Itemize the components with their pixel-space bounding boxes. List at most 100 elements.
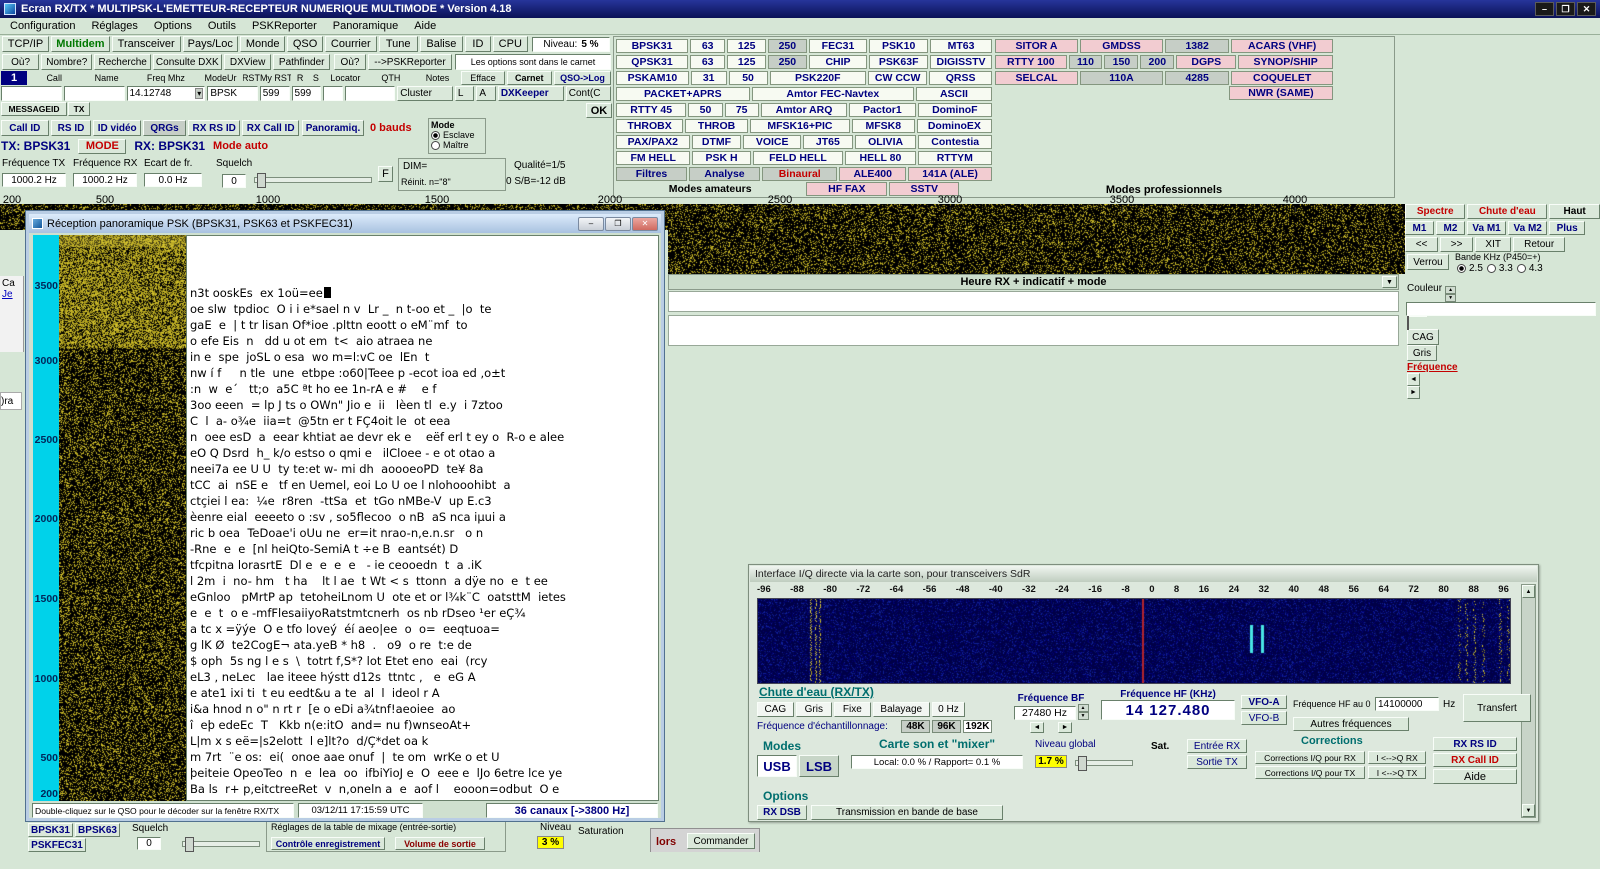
- menu-item[interactable]: Panoramique: [325, 19, 406, 33]
- decoded-text-line[interactable]: tCC ai nSE e tf en Uemel, eoi Lo U oe l …: [190, 477, 655, 493]
- rx-dsb-button[interactable]: RX DSB: [757, 805, 807, 820]
- ou-button[interactable]: Où?: [334, 54, 366, 70]
- mode-binaural[interactable]: Binaural: [762, 167, 838, 181]
- tab-pskfec31[interactable]: PSKFEC31: [28, 838, 86, 852]
- maximize-icon[interactable]: ❐: [605, 216, 631, 231]
- log-input-cell[interactable]: DXKeeper: [497, 86, 564, 101]
- mode-cw-ccw[interactable]: CW CCW: [868, 71, 928, 85]
- mode-voice[interactable]: VOICE: [743, 135, 802, 149]
- tab-tx[interactable]: TX: [68, 102, 90, 116]
- id-button[interactable]: RS ID: [50, 120, 92, 136]
- mode-psk10[interactable]: PSK10: [869, 39, 929, 53]
- decoded-text-line[interactable]: ric b oea TeDoae'i oUu ne er=it nrao-n,e…: [190, 525, 655, 541]
- decoded-text-line[interactable]: eGnloo pMrtP ap tetoheiLnom U ote et or …: [190, 589, 655, 605]
- squelch-slider[interactable]: [254, 173, 372, 188]
- aide-button[interactable]: Aide: [1433, 769, 1517, 784]
- corrections-iq-tx-button[interactable]: Corrections I/Q pour TX: [1255, 766, 1365, 779]
- sample-rate-option[interactable]: 192K: [963, 720, 992, 733]
- usb-button[interactable]: USB: [757, 755, 797, 777]
- mode-ascii[interactable]: ASCII: [915, 87, 992, 101]
- tab-bpsk31[interactable]: BPSK31: [28, 823, 73, 837]
- panel-tab[interactable]: Spectre: [1405, 204, 1466, 219]
- slider-thumb[interactable]: [185, 837, 194, 852]
- minimize-icon[interactable]: –: [1535, 2, 1554, 16]
- decoded-text-line[interactable]: i&a hnod n o" n rt r [e o eDi a¾tnf!aeoi…: [190, 701, 655, 717]
- decoded-text-line[interactable]: a tc x =ÿýe O e tfo loveý éí aeo|ee o o=…: [190, 621, 655, 637]
- lsb-button[interactable]: LSB: [799, 755, 839, 777]
- sdr-waterfall[interactable]: [757, 598, 1511, 684]
- mode-mt63[interactable]: MT63: [930, 39, 993, 53]
- nav-button[interactable]: >>: [1440, 237, 1474, 252]
- mode-auto-label[interactable]: Mode auto: [213, 140, 268, 152]
- freq-hf-zero-input[interactable]: 14100000: [1375, 697, 1439, 711]
- nav-button[interactable]: Retour: [1513, 237, 1565, 252]
- mode-feld-hell[interactable]: FELD HELL: [752, 151, 844, 165]
- mode-throbx[interactable]: THROBX: [616, 119, 684, 133]
- decoded-text-line[interactable]: oe slw tpdioc O i i e*sael n v Lr _ n t-…: [190, 301, 655, 317]
- up-icon[interactable]: ▲: [1445, 286, 1457, 294]
- mode-mfsk16-pic[interactable]: MFSK16+PIC: [750, 119, 850, 133]
- gris-button[interactable]: Gris: [1407, 345, 1437, 361]
- decoded-text-line[interactable]: in e spe joSL o esa wo m=l:vC oe lEn t: [190, 349, 655, 365]
- verrou-button[interactable]: Verrou: [1407, 254, 1449, 270]
- f-button[interactable]: F: [378, 166, 393, 182]
- mode-141a-ale-[interactable]: 141A (ALE): [908, 167, 993, 181]
- panel-tab[interactable]: Chute d'eau: [1467, 204, 1548, 219]
- mode-63[interactable]: 63: [690, 55, 726, 69]
- dx-button[interactable]: Pathfinder: [273, 54, 330, 70]
- toolbar-button[interactable]: QSO: [287, 36, 323, 52]
- decoded-text-line[interactable]: L|m x s eë=|s2elott l e]lt?o d/Ç*det oa …: [190, 733, 655, 749]
- close-icon[interactable]: ✕: [632, 216, 658, 231]
- decoded-text-line[interactable]: 3oo eeen = lp J ts o OWn" Jio e ii lèen …: [190, 397, 655, 413]
- decoded-text-line[interactable]: $ oph 5s ng l e s \ totrt f,S*? lot Etet…: [190, 653, 655, 669]
- log-input-cell[interactable]: BPSK: [207, 86, 258, 101]
- close-icon[interactable]: ✕: [1577, 2, 1596, 16]
- toolbar-button[interactable]: Transceiver: [111, 36, 181, 52]
- chute-button[interactable]: Balayage: [872, 702, 930, 717]
- slider-thumb[interactable]: [1078, 756, 1087, 771]
- id-button[interactable]: QRGs: [143, 120, 187, 136]
- mode-75[interactable]: 75: [724, 103, 759, 117]
- log-input-cell[interactable]: [323, 86, 343, 101]
- reinit-label[interactable]: Réinit. n="8": [401, 177, 451, 187]
- decoded-text-line[interactable]: e e t o e -mfFlesaiiyoRatstmtcnerh os nb…: [190, 605, 655, 621]
- fragment-je[interactable]: Je: [2, 289, 21, 300]
- commander-button[interactable]: Commander: [687, 833, 755, 849]
- log-input-cell[interactable]: [63, 86, 125, 101]
- decoded-text-line[interactable]: :n w e´ tt;o a5C ªt ho ee 1n-rA e # e f: [190, 381, 655, 397]
- tab-bpsk63[interactable]: BPSK63: [75, 823, 120, 837]
- mode-amtor-arq[interactable]: Amtor ARQ: [760, 103, 848, 117]
- log-header-cell[interactable]: S: [309, 71, 323, 85]
- decoded-text-line[interactable]: eL3 , neLec lae iteee hýstt d12s ttntc ,…: [190, 669, 655, 685]
- mode-fm-hell[interactable]: FM HELL: [616, 151, 691, 165]
- mode-sitor-a[interactable]: SITOR A: [995, 39, 1078, 53]
- sortie-tx-button[interactable]: Sortie TX: [1187, 755, 1247, 769]
- memory-button[interactable]: Va M2: [1508, 221, 1548, 235]
- mode-throb[interactable]: THROB: [685, 119, 749, 133]
- dx-button[interactable]: DXView: [223, 54, 272, 70]
- decoded-text-line[interactable]: èenre eial eeeeto o :sv , so5flecoo o nB…: [190, 509, 655, 525]
- bande-option[interactable]: 3.3: [1486, 263, 1513, 274]
- mode-bpsk31[interactable]: BPSK31: [616, 39, 688, 53]
- toolbar-button[interactable]: Tune: [378, 36, 418, 52]
- tune-right-icon[interactable]: ►: [1058, 722, 1072, 733]
- decoded-text-line[interactable]: tfcpitna lorasrtE Dl e e e e - ie ceooed…: [190, 557, 655, 573]
- list-area[interactable]: [668, 315, 1399, 346]
- mode-rttym[interactable]: RTTYM: [917, 151, 992, 165]
- menu-item[interactable]: Outils: [200, 19, 244, 33]
- scroll-up-icon[interactable]: ▲: [1522, 585, 1535, 598]
- menu-item[interactable]: Options: [146, 19, 200, 33]
- mode-250[interactable]: 250: [768, 39, 807, 53]
- rx-rs-id-button[interactable]: RX RS ID: [1433, 737, 1517, 751]
- decoded-text-line[interactable]: eO Q Dsrd h_ k/o estso o qmi e ilCloee -…: [190, 445, 655, 461]
- mode-dominof[interactable]: DominoF: [917, 103, 993, 117]
- log-header-cell[interactable]: Locator: [325, 71, 366, 85]
- maximize-icon[interactable]: ❐: [1556, 2, 1575, 16]
- mode-fec31[interactable]: FEC31: [808, 39, 868, 53]
- id-button[interactable]: Call ID: [1, 120, 49, 136]
- log-input-cell[interactable]: 599: [259, 86, 290, 101]
- transmission-bande-base-button[interactable]: Transmission en bande de base: [811, 805, 1003, 820]
- toolbar-button[interactable]: TCP/IP: [2, 36, 50, 52]
- mode-mfsk8[interactable]: MFSK8: [851, 119, 915, 133]
- log-input-cell[interactable]: L: [454, 86, 475, 101]
